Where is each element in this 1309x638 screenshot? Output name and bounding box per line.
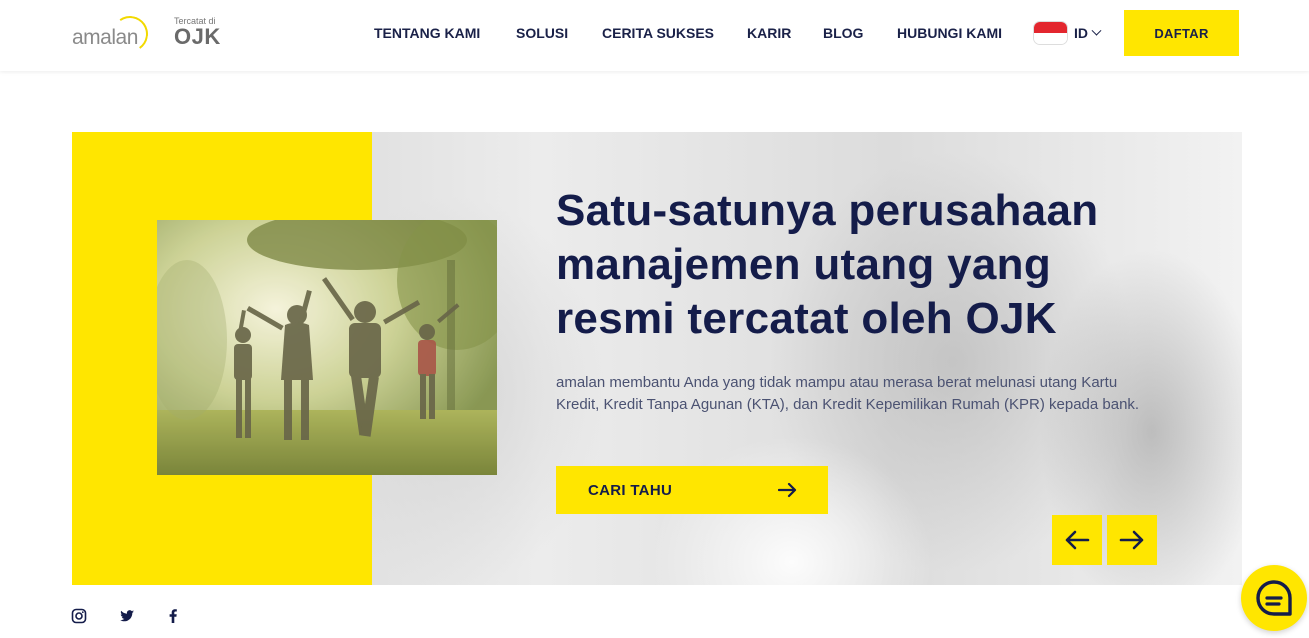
nav-cerita-sukses[interactable]: CERITA SUKSES xyxy=(602,25,714,41)
hero-title: Satu-satunya perusahaan manajemen utang … xyxy=(556,186,1099,343)
arrow-right-icon xyxy=(1119,530,1144,550)
nav-blog[interactable]: BLOG xyxy=(823,25,863,41)
carousel-next-button[interactable] xyxy=(1107,515,1157,565)
chat-icon xyxy=(1256,580,1292,616)
cari-tahu-button[interactable]: CARI TAHU xyxy=(556,466,828,514)
nav-solusi[interactable]: SOLUSI xyxy=(516,25,568,41)
facebook-icon[interactable] xyxy=(165,608,181,624)
nav-tentang-kami[interactable]: TENTANG KAMI xyxy=(374,25,480,41)
hero-description: amalan membantu Anda yang tidak mampu at… xyxy=(556,374,1140,413)
ojk-label: OJK xyxy=(174,24,221,49)
site-header: amalan Tercatat di OJK TENTANG KAMI SOLU… xyxy=(0,0,1309,71)
arrow-left-icon xyxy=(1065,530,1090,550)
chat-widget-button[interactable] xyxy=(1241,565,1307,631)
hero-banner: Satu-satunya perusahaan manajemen utang … xyxy=(72,132,1242,585)
language-label: ID xyxy=(1074,25,1088,41)
cta-label: CARI TAHU xyxy=(588,481,673,499)
twitter-icon[interactable] xyxy=(119,608,135,624)
family-photo xyxy=(157,220,497,475)
nav-karir[interactable]: KARIR xyxy=(747,25,791,41)
arrow-right-icon xyxy=(778,482,797,498)
chevron-down-icon xyxy=(1091,25,1102,36)
indonesia-flag-icon xyxy=(1034,22,1067,44)
carousel-prev-button[interactable] xyxy=(1052,515,1102,565)
language-selector[interactable]: ID xyxy=(1034,22,1102,44)
instagram-icon[interactable] xyxy=(71,608,87,624)
ojk-badge: Tercatat di OJK xyxy=(174,16,221,49)
daftar-button[interactable]: DAFTAR xyxy=(1124,10,1239,56)
amalan-logo[interactable]: amalan xyxy=(72,13,152,55)
nav-hubungi-kami[interactable]: HUBUNGI KAMI xyxy=(897,25,1002,41)
